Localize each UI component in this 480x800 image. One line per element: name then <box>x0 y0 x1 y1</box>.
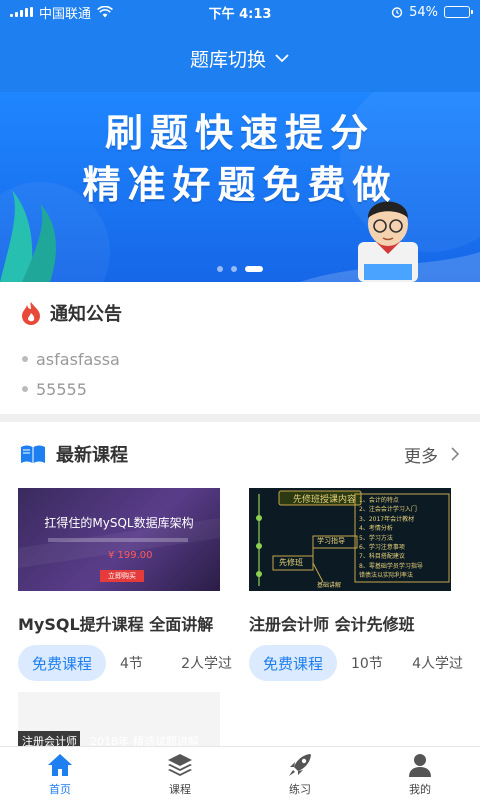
thumb-price: ¥ 199.00 <box>108 550 153 561</box>
notice-item-text: asfasfassa <box>36 349 120 369</box>
flame-icon <box>22 302 40 325</box>
free-course-tag: 免费课程 <box>249 645 338 681</box>
thumb-list-item: 4、考情分析 <box>359 525 393 533</box>
header-title: 题库切换 <box>189 48 266 71</box>
carousel-dot <box>217 266 223 272</box>
user-icon <box>409 753 431 777</box>
tab-label: 练习 <box>289 782 311 796</box>
learner-count: 4人学过 <box>412 656 463 672</box>
more-courses-link[interactable]: 更多 <box>404 442 460 467</box>
thumb-buy: 立即购买 <box>100 570 144 582</box>
battery-icon <box>444 6 473 18</box>
tab-label: 首页 <box>49 782 71 796</box>
course-thumbnail: 注册会计师 2018年-精选试题讲解 <box>18 692 220 746</box>
alarm-icon <box>391 7 403 18</box>
section-divider <box>0 414 480 422</box>
latest-courses-section: 最新课程 更多 扛得住的MySQL数据库架构 ¥ 199.00 立即购买 MyS… <box>0 422 480 746</box>
thumb-right-label: 2018年-精选试题讲解 <box>90 735 199 746</box>
carousel-dot-active <box>245 266 263 272</box>
bullet-icon <box>22 386 28 392</box>
thumb-mindmap-node: 先修班 <box>279 558 303 567</box>
tab-practice[interactable]: 练习 <box>240 747 360 800</box>
thumb-mindmap-title: 先修班授课内容 <box>293 495 357 505</box>
clock: 下午 4:13 <box>208 6 272 22</box>
course-meta: 免费课程 4节 2人学过 <box>18 645 232 681</box>
layers-icon <box>168 753 192 776</box>
status-bar: 中国联通 下午 4:13 54% <box>0 0 480 24</box>
thumb-list-item: 5、学习方法 <box>359 534 393 542</box>
signal-icon <box>10 7 33 17</box>
thumb-headline: 扛得住的MySQL数据库架构 <box>44 516 194 530</box>
carousel-indicator <box>0 266 480 272</box>
chevron-down-icon <box>275 54 289 63</box>
tab-label: 课程 <box>169 782 191 796</box>
carrier-label: 中国联通 <box>39 6 92 22</box>
thumb-list-item: 3、2017年会计教材 <box>359 515 415 523</box>
question-bank-switcher[interactable]: 题库切换 <box>0 24 480 92</box>
book-icon <box>21 445 45 463</box>
carousel-dot <box>231 266 237 272</box>
lesson-count: 4节 <box>120 656 143 672</box>
learner-count: 2人学过 <box>181 656 232 672</box>
free-course-tag: 免费课程 <box>18 645 107 681</box>
thumb-line <box>48 538 188 542</box>
wifi-icon <box>97 6 113 18</box>
bottom-tab-bar: 首页 课程 练习 我的 <box>0 746 480 800</box>
notice-item[interactable]: asfasfassa <box>0 344 480 374</box>
course-meta: 免费课程 10节 4人学过 <box>249 645 463 681</box>
battery-percent: 54% <box>409 4 438 20</box>
home-icon <box>48 753 72 776</box>
notice-header: 通知公告 <box>0 282 480 344</box>
bullet-icon <box>22 356 28 362</box>
notice-title: 通知公告 <box>50 304 122 325</box>
thumb-list-item: 6、学习注意事项 <box>359 544 405 552</box>
thumb-mindmap-list: 1、会计的特点 2、注会会计学习入门 3、2017年会计教材 4、考情分析 5、… <box>359 496 449 581</box>
rocket-icon <box>289 753 311 776</box>
promo-banner[interactable]: 刷题快速提分 精准好题免费做 <box>0 92 480 282</box>
course-title: 注册会计师 会计先修班 <box>249 615 415 634</box>
thumb-list-footer: 错债法以实际利率法 <box>359 572 414 580</box>
tab-courses[interactable]: 课程 <box>120 747 240 800</box>
more-label: 更多 <box>404 446 438 467</box>
course-card-mysql[interactable]: 扛得住的MySQL数据库架构 ¥ 199.00 立即购买 MySQL提升课程 全… <box>18 488 232 681</box>
notice-item[interactable]: 55555 <box>0 374 480 404</box>
courses-header: 最新课程 更多 <box>0 422 480 486</box>
tab-label: 我的 <box>409 782 431 796</box>
thumb-list-item: 1、会计的特点 <box>359 497 399 504</box>
tab-mine[interactable]: 我的 <box>360 747 480 800</box>
thumb-list-item: 8、零基础学员学习指导 <box>359 562 423 570</box>
thumb-list-item: 7、科目搭配建议 <box>359 553 405 561</box>
course-thumbnail: 先修班授课内容 先修班 学习指导 基础讲解 1、会计的特点 2、注会会计学习入门… <box>249 488 451 591</box>
course-title: MySQL提升课程 全面讲解 <box>18 615 214 634</box>
thumb-list-item: 2、注会会计学习入门 <box>359 506 417 514</box>
notice-section: 通知公告 asfasfassa 55555 <box>0 282 480 414</box>
notice-item-text: 55555 <box>36 379 87 399</box>
course-thumbnail: 扛得住的MySQL数据库架构 ¥ 199.00 立即购买 <box>18 488 220 591</box>
banner-headline-1: 刷题快速提分 <box>104 111 375 155</box>
banner-headline-2: 精准好题免费做 <box>82 163 398 207</box>
courses-title: 最新课程 <box>56 445 128 466</box>
course-card-cpa[interactable]: 先修班授课内容 先修班 学习指导 基础讲解 1、会计的特点 2、注会会计学习入门… <box>249 488 463 681</box>
lesson-count: 10节 <box>351 656 383 672</box>
course-card-cpa-exam[interactable]: 注册会计师 2018年-精选试题讲解 <box>18 692 220 746</box>
tab-home[interactable]: 首页 <box>0 747 120 800</box>
thumb-mindmap-branch: 基础讲解 <box>317 582 342 589</box>
thumb-left-label: 注册会计师 <box>22 735 77 746</box>
chevron-right-icon <box>451 447 460 461</box>
thumb-mindmap-branch: 学习指导 <box>317 537 345 545</box>
